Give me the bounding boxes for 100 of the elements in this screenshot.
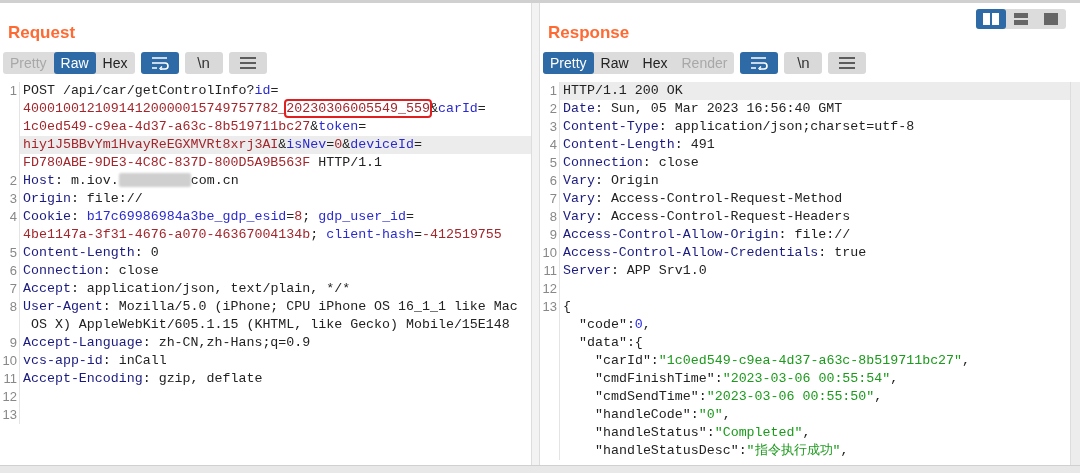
line-number: 3	[9, 191, 17, 206]
header-name: Content-Length	[563, 137, 675, 152]
code-text: =	[358, 119, 367, 134]
header-name: vcs-app-id	[23, 353, 103, 368]
view-tab[interactable]: Hex	[635, 52, 675, 74]
menu-icon	[239, 57, 256, 69]
parameter-name: b17c69986984a3be_gdp_esid	[86, 209, 287, 224]
line-number: 2	[9, 173, 17, 188]
json-key: "carId":	[595, 353, 659, 368]
wrap-lines-button[interactable]	[140, 52, 179, 74]
code-text: ;	[302, 209, 312, 224]
code-text: &	[278, 137, 287, 152]
header-name: Content-Length	[23, 245, 135, 260]
header-name: Origin	[23, 191, 71, 206]
line-number: 8	[549, 209, 557, 224]
header-name: Host	[23, 173, 55, 188]
panel-title: Request	[8, 21, 76, 44]
header-name: User-Agent	[23, 299, 103, 314]
wrap-lines-button[interactable]	[740, 52, 779, 74]
code-text: : Origin	[594, 173, 659, 188]
header-name: Vary	[563, 173, 595, 188]
json-key: "handleCode":	[595, 407, 699, 422]
code-text: {	[563, 299, 571, 314]
code-text: : application/json;charset=utf-8	[658, 119, 915, 134]
view-tab[interactable]: Raw	[593, 52, 636, 74]
code-text: : Mozilla/5.0 (iPhone; CPU iPhone OS 16_1_1 like Mac	[102, 299, 518, 314]
header-name: Vary	[563, 209, 595, 224]
header-name: Accept	[23, 281, 71, 296]
split-rows-icon	[1014, 13, 1028, 25]
vertical-scrollbar[interactable]	[1070, 82, 1080, 465]
code-text: &	[310, 119, 319, 134]
code-text: : Access-Control-Request-Headers	[594, 209, 851, 224]
header-name: Access-Control-Allow-Credentials	[563, 245, 819, 260]
parameter-name: token	[318, 119, 359, 134]
parameter-name: carId	[437, 101, 478, 116]
code-text: &	[342, 137, 351, 152]
view-tab[interactable]: Pretty	[543, 52, 594, 74]
newline-button[interactable]: \n	[184, 52, 223, 74]
panel-title: Response	[548, 21, 630, 44]
line-number: 12	[542, 281, 557, 296]
line-number: 4	[549, 137, 557, 152]
parameter-name: id	[254, 83, 271, 98]
header-name: Cookie	[23, 209, 71, 224]
parameter-value: FD780ABE-9DE3-4C8C-837D-800D5A9B563F	[23, 155, 311, 170]
line-number: 11	[3, 371, 17, 386]
parameter-value: 8	[294, 209, 303, 224]
code-text: : close	[642, 155, 699, 170]
json-string: "0"	[698, 407, 723, 422]
menu-button[interactable]	[828, 52, 867, 74]
code-text: : application/json, text/plain, */*	[70, 281, 351, 296]
line-number: 5	[549, 155, 557, 170]
header-name: Accept-Language	[23, 335, 143, 350]
line-number: 12	[2, 389, 17, 404]
json-key: "data":{	[579, 335, 643, 350]
code-text: : Access-Control-Request-Method	[594, 191, 843, 206]
menu-button[interactable]	[228, 52, 267, 74]
code-text: =	[414, 227, 422, 242]
parameter-value: 4be1147a-3f31-4676-a070-46367004134b	[23, 227, 311, 242]
code-text: ,	[962, 353, 971, 368]
code-text: : true	[818, 245, 867, 260]
parameter-value: hiy1J5BBvYm1HvayReEGXMVRt8xrj3AI	[23, 137, 279, 152]
header-name: Connection	[563, 155, 643, 170]
code-text: POST /api/car/getControlInfo?	[23, 83, 255, 98]
code-text: ,	[874, 389, 883, 404]
line-number: 4	[9, 209, 17, 224]
line-number: 6	[9, 263, 17, 278]
line-number: 7	[549, 191, 557, 206]
parameter-value: -412519755	[422, 227, 502, 242]
code-text: =	[414, 137, 422, 152]
parameter-value: 40001001210914120000015749757782_	[23, 101, 287, 116]
json-key: "handleStatus":	[595, 425, 715, 440]
code-text: ,	[840, 443, 849, 458]
view-tab[interactable]: Raw	[53, 52, 96, 74]
line-number: 7	[9, 281, 17, 296]
parameter-name: deviceId	[350, 137, 415, 152]
newline-button[interactable]: \n	[784, 52, 823, 74]
code-text: =	[477, 101, 486, 116]
line-number: 9	[549, 227, 557, 242]
code-text: HTTP/1.1 200 OK	[563, 83, 683, 98]
parameter-value: 1c0ed549-c9ea-4d37-a63c-8b519711bc27	[23, 119, 311, 134]
header-name: Content-Type	[563, 119, 659, 134]
header-name: Vary	[563, 191, 595, 206]
code-text: com.cn	[190, 173, 239, 188]
code-text: =	[326, 137, 335, 152]
bottom-scrollbar[interactable]	[0, 465, 1080, 473]
line-number: 2	[549, 101, 557, 116]
json-string: "1c0ed549-c9ea-4d37-a63c-8b519711bc27"	[658, 353, 963, 368]
code-text: ;	[310, 227, 320, 242]
code-text: : Sun, 05 Mar 2023 16:56:40 GMT	[594, 101, 843, 116]
parameter-name: gdp_user_id	[318, 209, 407, 224]
code-text: : APP Srv1.0	[610, 263, 707, 278]
code-text: ,	[890, 371, 899, 386]
code-text: : m.iov.	[54, 173, 119, 188]
code-text: HTTP/1.1	[317, 155, 383, 170]
view-tab[interactable]: Hex	[95, 52, 135, 74]
code-text: OS X) AppleWebKit/605.1.15 (KHTML, like Gecko) Mobile/15E148	[29, 317, 510, 332]
wrap-icon	[150, 56, 169, 70]
json-key: "handleStatusDesc":	[595, 443, 747, 458]
json-number: 0	[634, 317, 643, 332]
layout-toggle[interactable]	[976, 9, 1006, 29]
